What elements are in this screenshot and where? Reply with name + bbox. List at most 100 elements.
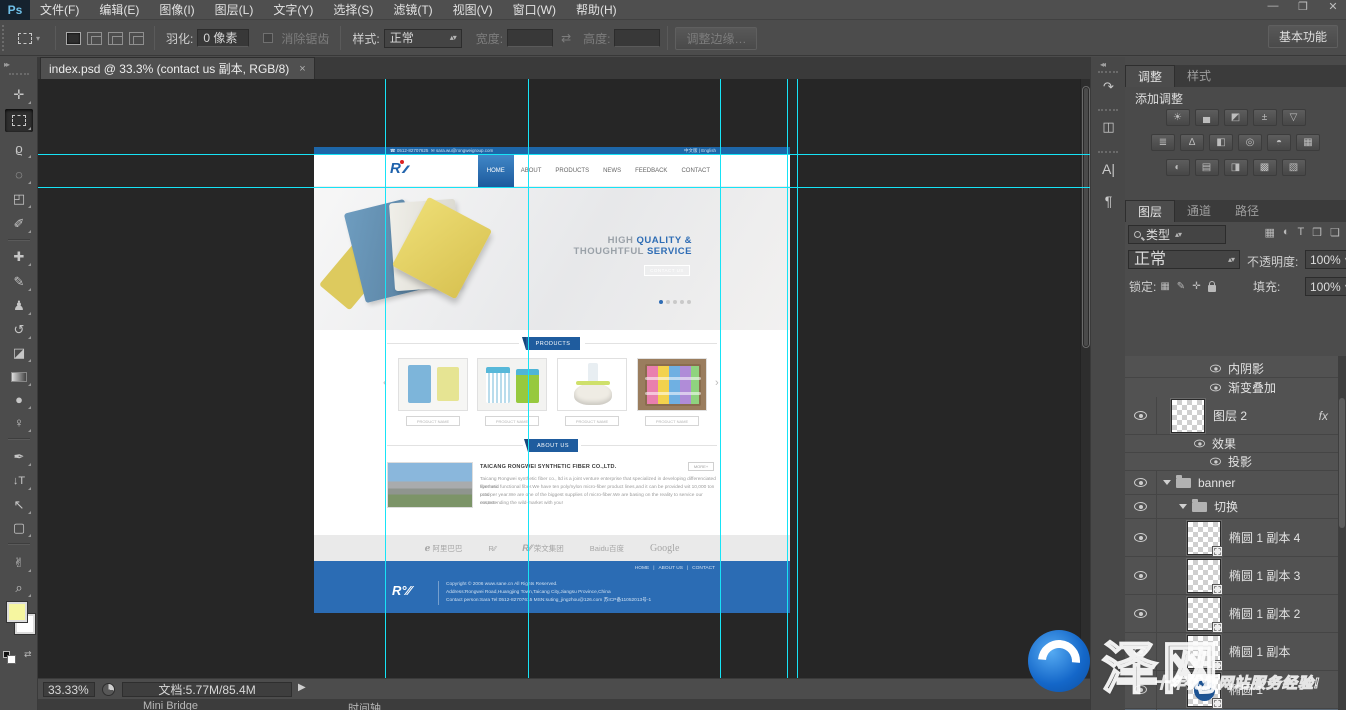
menu-image[interactable]: 图像(I) bbox=[149, 0, 204, 20]
eyedropper-tool[interactable]: ✐ bbox=[5, 212, 33, 235]
tab-timeline[interactable]: 时间轴 bbox=[348, 700, 381, 710]
move-tool[interactable]: ✛ bbox=[5, 83, 33, 106]
tab-adjustments[interactable]: 调整 bbox=[1125, 65, 1175, 87]
add-selection-button[interactable] bbox=[87, 32, 102, 45]
zoom-level-field[interactable]: 33.33% bbox=[43, 682, 95, 697]
site-lang-cn[interactable]: 中文版 bbox=[684, 148, 698, 153]
minimize-icon[interactable]: — bbox=[1266, 0, 1280, 13]
dock-collapse-icon[interactable]: ◂◂ bbox=[1100, 60, 1104, 69]
feather-input[interactable]: 0 像素 bbox=[197, 29, 249, 47]
layer-thumbnail[interactable] bbox=[1187, 597, 1221, 631]
fx-badge[interactable]: fx bbox=[1319, 409, 1328, 423]
guide-vertical[interactable] bbox=[385, 79, 386, 678]
menu-layer[interactable]: 图层(L) bbox=[205, 0, 264, 20]
character-panel-icon[interactable]: A| bbox=[1091, 161, 1126, 177]
lock-transparency-icon[interactable]: ▦ bbox=[1160, 281, 1169, 292]
close-icon[interactable]: ✕ bbox=[1326, 0, 1340, 13]
about-more-button[interactable]: MORE+ bbox=[688, 462, 714, 471]
tab-mini-bridge[interactable]: Mini Bridge bbox=[143, 700, 198, 710]
guide-vertical[interactable] bbox=[720, 79, 721, 678]
eraser-tool[interactable]: ◪ bbox=[5, 341, 33, 364]
footer-link-contact[interactable]: CONTACT bbox=[692, 566, 715, 571]
hue-saturation-icon[interactable]: ≣ bbox=[1151, 134, 1175, 151]
rongwei-logo[interactable]: R⁄⁄ bbox=[488, 544, 496, 553]
layer-thumbnail[interactable] bbox=[1171, 399, 1205, 433]
fill-value[interactable]: 100%▾ bbox=[1305, 277, 1346, 296]
pixel-layer-filter-icon[interactable]: ▦ bbox=[1264, 226, 1274, 239]
slider-dots[interactable] bbox=[659, 300, 691, 304]
smart-object-filter-icon[interactable]: ❏ bbox=[1330, 226, 1340, 239]
hero-contact-button[interactable]: CONTACT US bbox=[644, 265, 690, 276]
rectangular-marquee-tool[interactable] bbox=[5, 109, 33, 132]
product-name-button[interactable]: PRODUCT NAME bbox=[645, 416, 699, 426]
visibility-eye-icon[interactable] bbox=[1134, 478, 1147, 487]
history-brush-tool[interactable]: ↺ bbox=[5, 318, 33, 341]
guide-vertical[interactable] bbox=[797, 79, 798, 678]
menu-type[interactable]: 文字(Y) bbox=[263, 0, 323, 20]
blend-mode-select[interactable]: 正常 ▴▾ bbox=[1128, 250, 1240, 269]
visibility-eye-icon[interactable] bbox=[1134, 411, 1147, 420]
levels-icon[interactable]: ▄ bbox=[1195, 109, 1219, 126]
crop-tool[interactable]: ◰ bbox=[5, 187, 33, 210]
product-card[interactable]: PRODUCT NAME bbox=[477, 358, 547, 426]
canvas-area[interactable]: ☎ 0512-82707625 ✉ sara.wu@rongweigroup.c… bbox=[38, 79, 1090, 678]
site-nav-news[interactable]: NEWS bbox=[596, 155, 628, 187]
gradient-tool[interactable] bbox=[5, 365, 33, 388]
style-select[interactable]: 正常 ▴▾ bbox=[384, 29, 462, 48]
tab-paths[interactable]: 路径 bbox=[1223, 200, 1271, 222]
layer-effect-row[interactable]: 内阴影 bbox=[1125, 359, 1338, 378]
visibility-eye-icon[interactable] bbox=[1210, 364, 1221, 372]
adjustment-layer-filter-icon[interactable]: ◐ bbox=[1283, 226, 1290, 239]
lock-all-icon[interactable] bbox=[1208, 285, 1216, 292]
black-white-icon[interactable]: ◧ bbox=[1209, 134, 1233, 151]
layer-row[interactable]: 图层 2 fx bbox=[1125, 397, 1338, 435]
swap-colors-icon[interactable]: ⇄ bbox=[24, 649, 32, 660]
threshold-icon[interactable]: ◨ bbox=[1224, 159, 1248, 176]
visibility-eye-icon[interactable] bbox=[1134, 609, 1147, 618]
lasso-tool[interactable]: ϱ bbox=[5, 137, 33, 160]
carousel-next-icon[interactable]: › bbox=[715, 377, 719, 389]
subtract-selection-button[interactable] bbox=[108, 32, 123, 45]
type-layer-filter-icon[interactable]: T bbox=[1298, 226, 1305, 239]
restore-icon[interactable]: ❐ bbox=[1296, 0, 1310, 13]
intersect-selection-button[interactable] bbox=[129, 32, 144, 45]
clone-stamp-tool[interactable]: ♟ bbox=[5, 294, 33, 317]
tool-preset-picker[interactable]: ▾ bbox=[10, 33, 48, 44]
menu-file[interactable]: 文件(F) bbox=[30, 0, 89, 20]
path-selection-tool[interactable]: ↖ bbox=[5, 493, 33, 516]
tab-close-icon[interactable]: × bbox=[299, 63, 305, 75]
brightness-contrast-icon[interactable]: ☀ bbox=[1166, 109, 1190, 126]
product-name-button[interactable]: PRODUCT NAME bbox=[565, 416, 619, 426]
group-row[interactable]: 切换 bbox=[1125, 495, 1338, 519]
3d-panel-icon[interactable]: ◫ bbox=[1091, 119, 1126, 135]
site-nav-contact[interactable]: CONTACT bbox=[674, 155, 717, 187]
menu-window[interactable]: 窗口(W) bbox=[503, 0, 566, 20]
gradient-map-icon[interactable]: ▩ bbox=[1253, 159, 1277, 176]
shape-layer-row[interactable]: 椭圆 1 副本 2 bbox=[1125, 595, 1338, 633]
visibility-eye-icon[interactable] bbox=[1210, 458, 1221, 466]
shape-layer-row[interactable]: 椭圆 1 副本 4 bbox=[1125, 519, 1338, 557]
product-card[interactable]: PRODUCT NAME bbox=[557, 358, 627, 426]
pen-tool[interactable]: ✒ bbox=[5, 445, 33, 468]
zoom-tool[interactable]: ⌕ bbox=[5, 576, 33, 599]
shape-layer-row[interactable]: 椭圆 1 副本 bbox=[1125, 633, 1338, 671]
hand-tool[interactable]: ✌ bbox=[5, 551, 33, 574]
tab-layers[interactable]: 图层 bbox=[1125, 200, 1175, 222]
photo-filter-icon[interactable]: ◎ bbox=[1238, 134, 1262, 151]
toolbar-grip[interactable] bbox=[9, 73, 29, 75]
paragraph-panel-icon[interactable]: ¶ bbox=[1091, 193, 1126, 209]
height-input[interactable] bbox=[614, 29, 660, 47]
layer-thumbnail[interactable] bbox=[1187, 559, 1221, 593]
lock-pixels-icon[interactable]: ✎ bbox=[1177, 281, 1185, 292]
quick-selection-tool[interactable]: ◌ bbox=[5, 163, 33, 186]
visibility-eye-icon[interactable] bbox=[1210, 384, 1221, 392]
site-nav-products[interactable]: PRODUCTS bbox=[548, 155, 596, 187]
group-row[interactable]: banner bbox=[1125, 471, 1338, 495]
shape-layer-row[interactable]: 椭圆 1 副本 3 bbox=[1125, 557, 1338, 595]
shape-layer-row[interactable]: 椭圆 1 bbox=[1125, 671, 1338, 709]
history-panel-icon[interactable]: ↷ bbox=[1091, 79, 1126, 95]
layer-thumbnail[interactable] bbox=[1187, 521, 1221, 555]
product-card[interactable]: PRODUCT NAME bbox=[637, 358, 707, 426]
curves-icon[interactable]: ◩ bbox=[1224, 109, 1248, 126]
layer-effect-row[interactable]: 渐变叠加 bbox=[1125, 378, 1338, 397]
